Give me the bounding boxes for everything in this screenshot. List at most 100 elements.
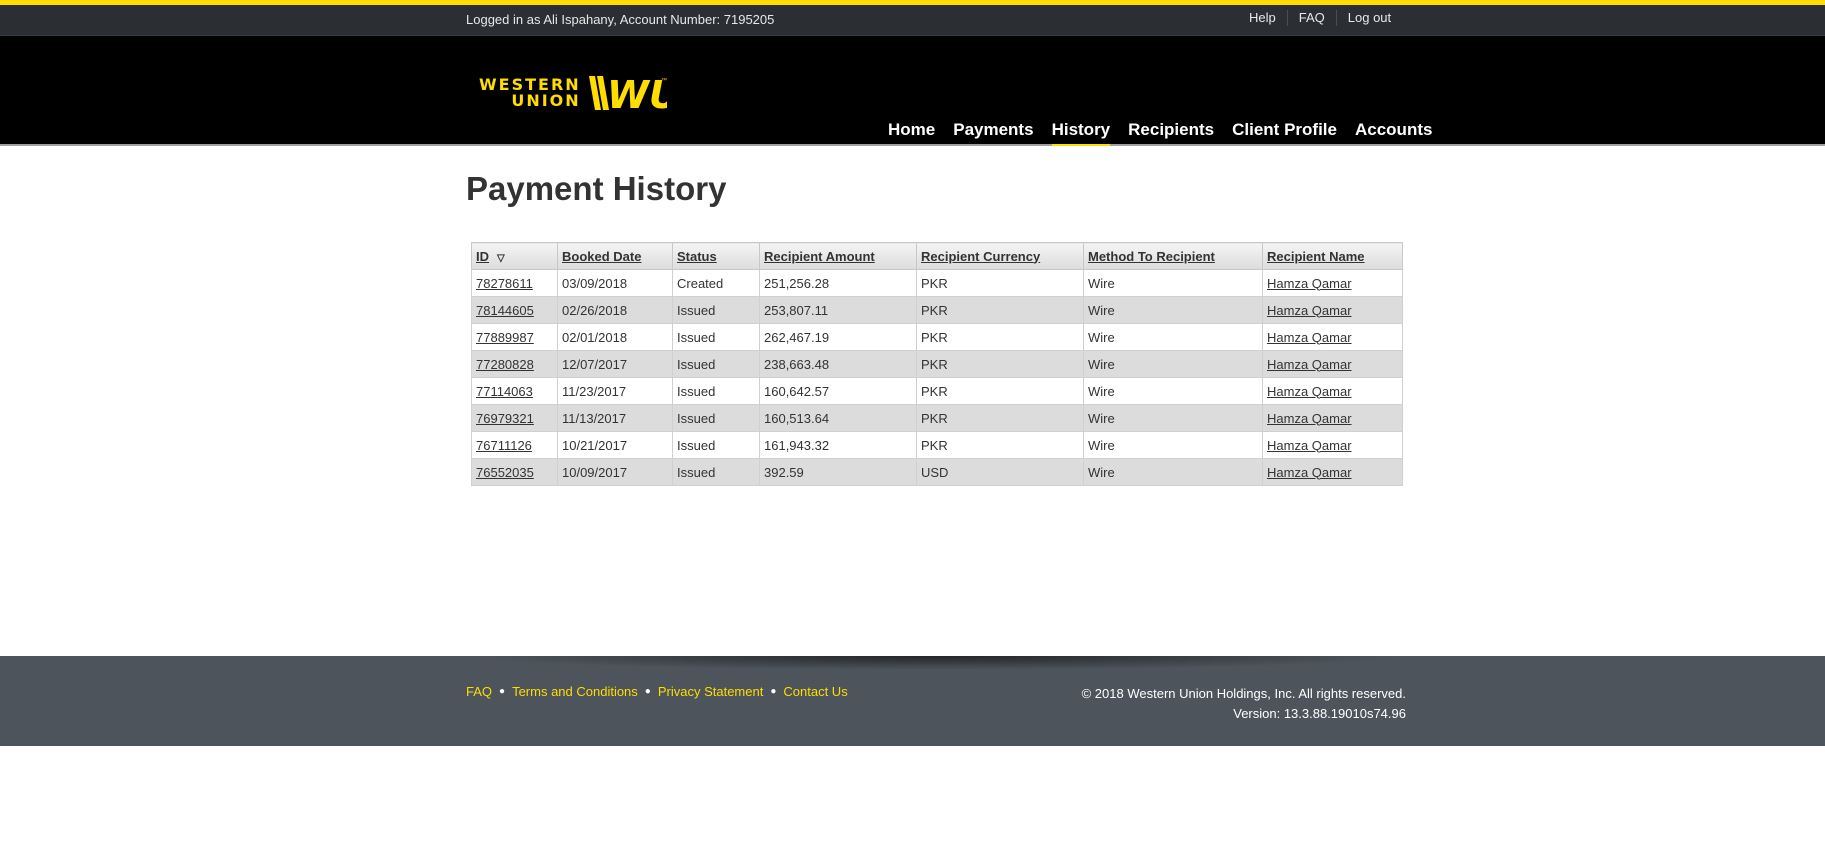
column-header-booked-date[interactable]: Booked Date	[557, 242, 673, 270]
column-header-recipient-amount[interactable]: Recipient Amount	[759, 242, 917, 270]
table-row: 76979321 11/13/2017 Issued 160,513.64 PK…	[471, 404, 1403, 432]
recipient-name-cell[interactable]: Hamza Qamar	[1262, 377, 1403, 405]
recipient-name-link[interactable]: Hamza Qamar	[1267, 276, 1352, 291]
table-row: 78144605 02/26/2018 Issued 253,807.11 PK…	[471, 296, 1403, 324]
amount-cell: 262,467.19	[759, 323, 917, 351]
utility-bar: Logged in as Ali Ispahany, Account Numbe…	[0, 5, 1825, 36]
payment-id-link[interactable]: 78278611	[476, 276, 533, 291]
recipient-name-cell[interactable]: Hamza Qamar	[1262, 458, 1403, 486]
payment-id-link[interactable]: 77889987	[476, 330, 534, 345]
method-cell: Wire	[1083, 458, 1263, 486]
column-header-recipient-currency[interactable]: Recipient Currency	[916, 242, 1084, 270]
status-cell: Issued	[672, 431, 760, 459]
nav-accounts[interactable]: Accounts	[1355, 120, 1432, 146]
svg-text:WU: WU	[607, 74, 667, 112]
method-cell: Wire	[1083, 431, 1263, 459]
nav-client-profile[interactable]: Client Profile	[1232, 120, 1337, 146]
site-footer: FAQ ● Terms and Conditions ● Privacy Sta…	[0, 656, 1825, 746]
payment-id-cell[interactable]: 76711126	[471, 431, 558, 459]
currency-cell: PKR	[916, 377, 1084, 405]
status-cell: Issued	[672, 296, 760, 324]
payment-id-cell[interactable]: 78144605	[471, 296, 558, 324]
logout-link[interactable]: Log out	[1335, 10, 1402, 26]
recipient-name-link[interactable]: Hamza Qamar	[1267, 384, 1352, 399]
status-cell: Issued	[672, 350, 760, 378]
table-header-row: ID ▽ Booked Date Status Recipient Amount …	[471, 242, 1403, 270]
payment-id-cell[interactable]: 76552035	[471, 458, 558, 486]
page-title: Payment History	[466, 170, 727, 207]
footer-faq-link[interactable]: FAQ	[466, 684, 492, 699]
booked-date-cell: 10/21/2017	[557, 431, 673, 459]
recipient-name-link[interactable]: Hamza Qamar	[1267, 411, 1352, 426]
footer-contact-link[interactable]: Contact Us	[783, 684, 847, 699]
footer-legal: © 2018 Western Union Holdings, Inc. All …	[1082, 684, 1406, 724]
footer-privacy-link[interactable]: Privacy Statement	[658, 684, 764, 699]
amount-cell: 392.59	[759, 458, 917, 486]
copyright-text: © 2018 Western Union Holdings, Inc. All …	[1081, 686, 1406, 701]
payment-id-link[interactable]: 76711126	[476, 438, 532, 453]
method-cell: Wire	[1083, 377, 1263, 405]
payment-id-cell[interactable]: 77280828	[471, 350, 558, 378]
help-link[interactable]: Help	[1238, 10, 1287, 26]
nav-history[interactable]: History	[1051, 120, 1111, 146]
payment-id-cell[interactable]: 77889987	[471, 323, 558, 351]
recipient-name-link[interactable]: Hamza Qamar	[1267, 357, 1352, 372]
column-header-recipient-name[interactable]: Recipient Name	[1262, 242, 1403, 270]
payment-id-link[interactable]: 78144605	[476, 303, 534, 318]
recipient-name-link[interactable]: Hamza Qamar	[1267, 330, 1352, 345]
payment-id-link[interactable]: 77114063	[476, 384, 533, 399]
faq-link[interactable]: FAQ	[1286, 10, 1336, 26]
bullet-separator: ●	[770, 686, 777, 697]
column-header-status[interactable]: Status	[672, 242, 760, 270]
table-row: 77280828 12/07/2017 Issued 238,663.48 PK…	[471, 350, 1403, 378]
column-header-method[interactable]: Method To Recipient	[1083, 242, 1263, 270]
currency-cell: USD	[916, 458, 1084, 486]
currency-cell: PKR	[916, 296, 1084, 324]
booked-date-cell: 11/13/2017	[557, 404, 673, 432]
amount-cell: 251,256.28	[759, 269, 917, 297]
logo-wordmark: WESTERN UNION	[479, 75, 581, 110]
payment-id-cell[interactable]: 76979321	[471, 404, 558, 432]
recipient-name-link[interactable]: Hamza Qamar	[1267, 465, 1352, 480]
footer-terms-link[interactable]: Terms and Conditions	[512, 684, 638, 699]
recipient-name-cell[interactable]: Hamza Qamar	[1262, 269, 1403, 297]
currency-cell: PKR	[916, 404, 1084, 432]
payment-history-table: ID ▽ Booked Date Status Recipient Amount …	[471, 242, 1403, 486]
payment-id-cell[interactable]: 77114063	[471, 377, 558, 405]
login-status: Logged in as Ali Ispahany, Account Numbe…	[466, 12, 775, 27]
amount-cell: 160,642.57	[759, 377, 917, 405]
recipient-name-cell[interactable]: Hamza Qamar	[1262, 323, 1403, 351]
western-union-logo[interactable]: WESTERN UNION WU ™	[479, 74, 667, 112]
main-content: Payment History	[466, 170, 726, 208]
method-cell: Wire	[1083, 350, 1263, 378]
svg-text:™: ™	[661, 77, 667, 84]
payment-id-link[interactable]: 76979321	[476, 411, 534, 426]
amount-cell: 161,943.32	[759, 431, 917, 459]
booked-date-cell: 02/26/2018	[557, 296, 673, 324]
amount-cell: 238,663.48	[759, 350, 917, 378]
payment-id-link[interactable]: 76552035	[476, 465, 534, 480]
booked-date-cell: 12/07/2017	[557, 350, 673, 378]
method-cell: Wire	[1083, 404, 1263, 432]
recipient-name-cell[interactable]: Hamza Qamar	[1262, 350, 1403, 378]
recipient-name-link[interactable]: Hamza Qamar	[1267, 438, 1352, 453]
nav-home[interactable]: Home	[888, 120, 935, 146]
currency-cell: PKR	[916, 431, 1084, 459]
table-row: 76711126 10/21/2017 Issued 161,943.32 PK…	[471, 431, 1403, 459]
payment-id-cell[interactable]: 78278611	[471, 269, 558, 297]
payment-id-link[interactable]: 77280828	[476, 357, 534, 372]
recipient-name-cell[interactable]: Hamza Qamar	[1262, 296, 1403, 324]
method-cell: Wire	[1083, 323, 1263, 351]
status-cell: Issued	[672, 404, 760, 432]
recipient-name-cell[interactable]: Hamza Qamar	[1262, 404, 1403, 432]
nav-payments[interactable]: Payments	[953, 120, 1033, 146]
version-text: Version: 13.3.88.19010s74.96	[1233, 706, 1406, 721]
nav-recipients[interactable]: Recipients	[1128, 120, 1214, 146]
recipient-name-link[interactable]: Hamza Qamar	[1267, 303, 1352, 318]
recipient-name-cell[interactable]: Hamza Qamar	[1262, 431, 1403, 459]
column-header-id[interactable]: ID ▽	[471, 242, 558, 270]
amount-cell: 160,513.64	[759, 404, 917, 432]
main-navigation: Home Payments History Recipients Client …	[888, 120, 1450, 146]
footer-shadow	[466, 656, 1406, 670]
method-cell: Wire	[1083, 296, 1263, 324]
